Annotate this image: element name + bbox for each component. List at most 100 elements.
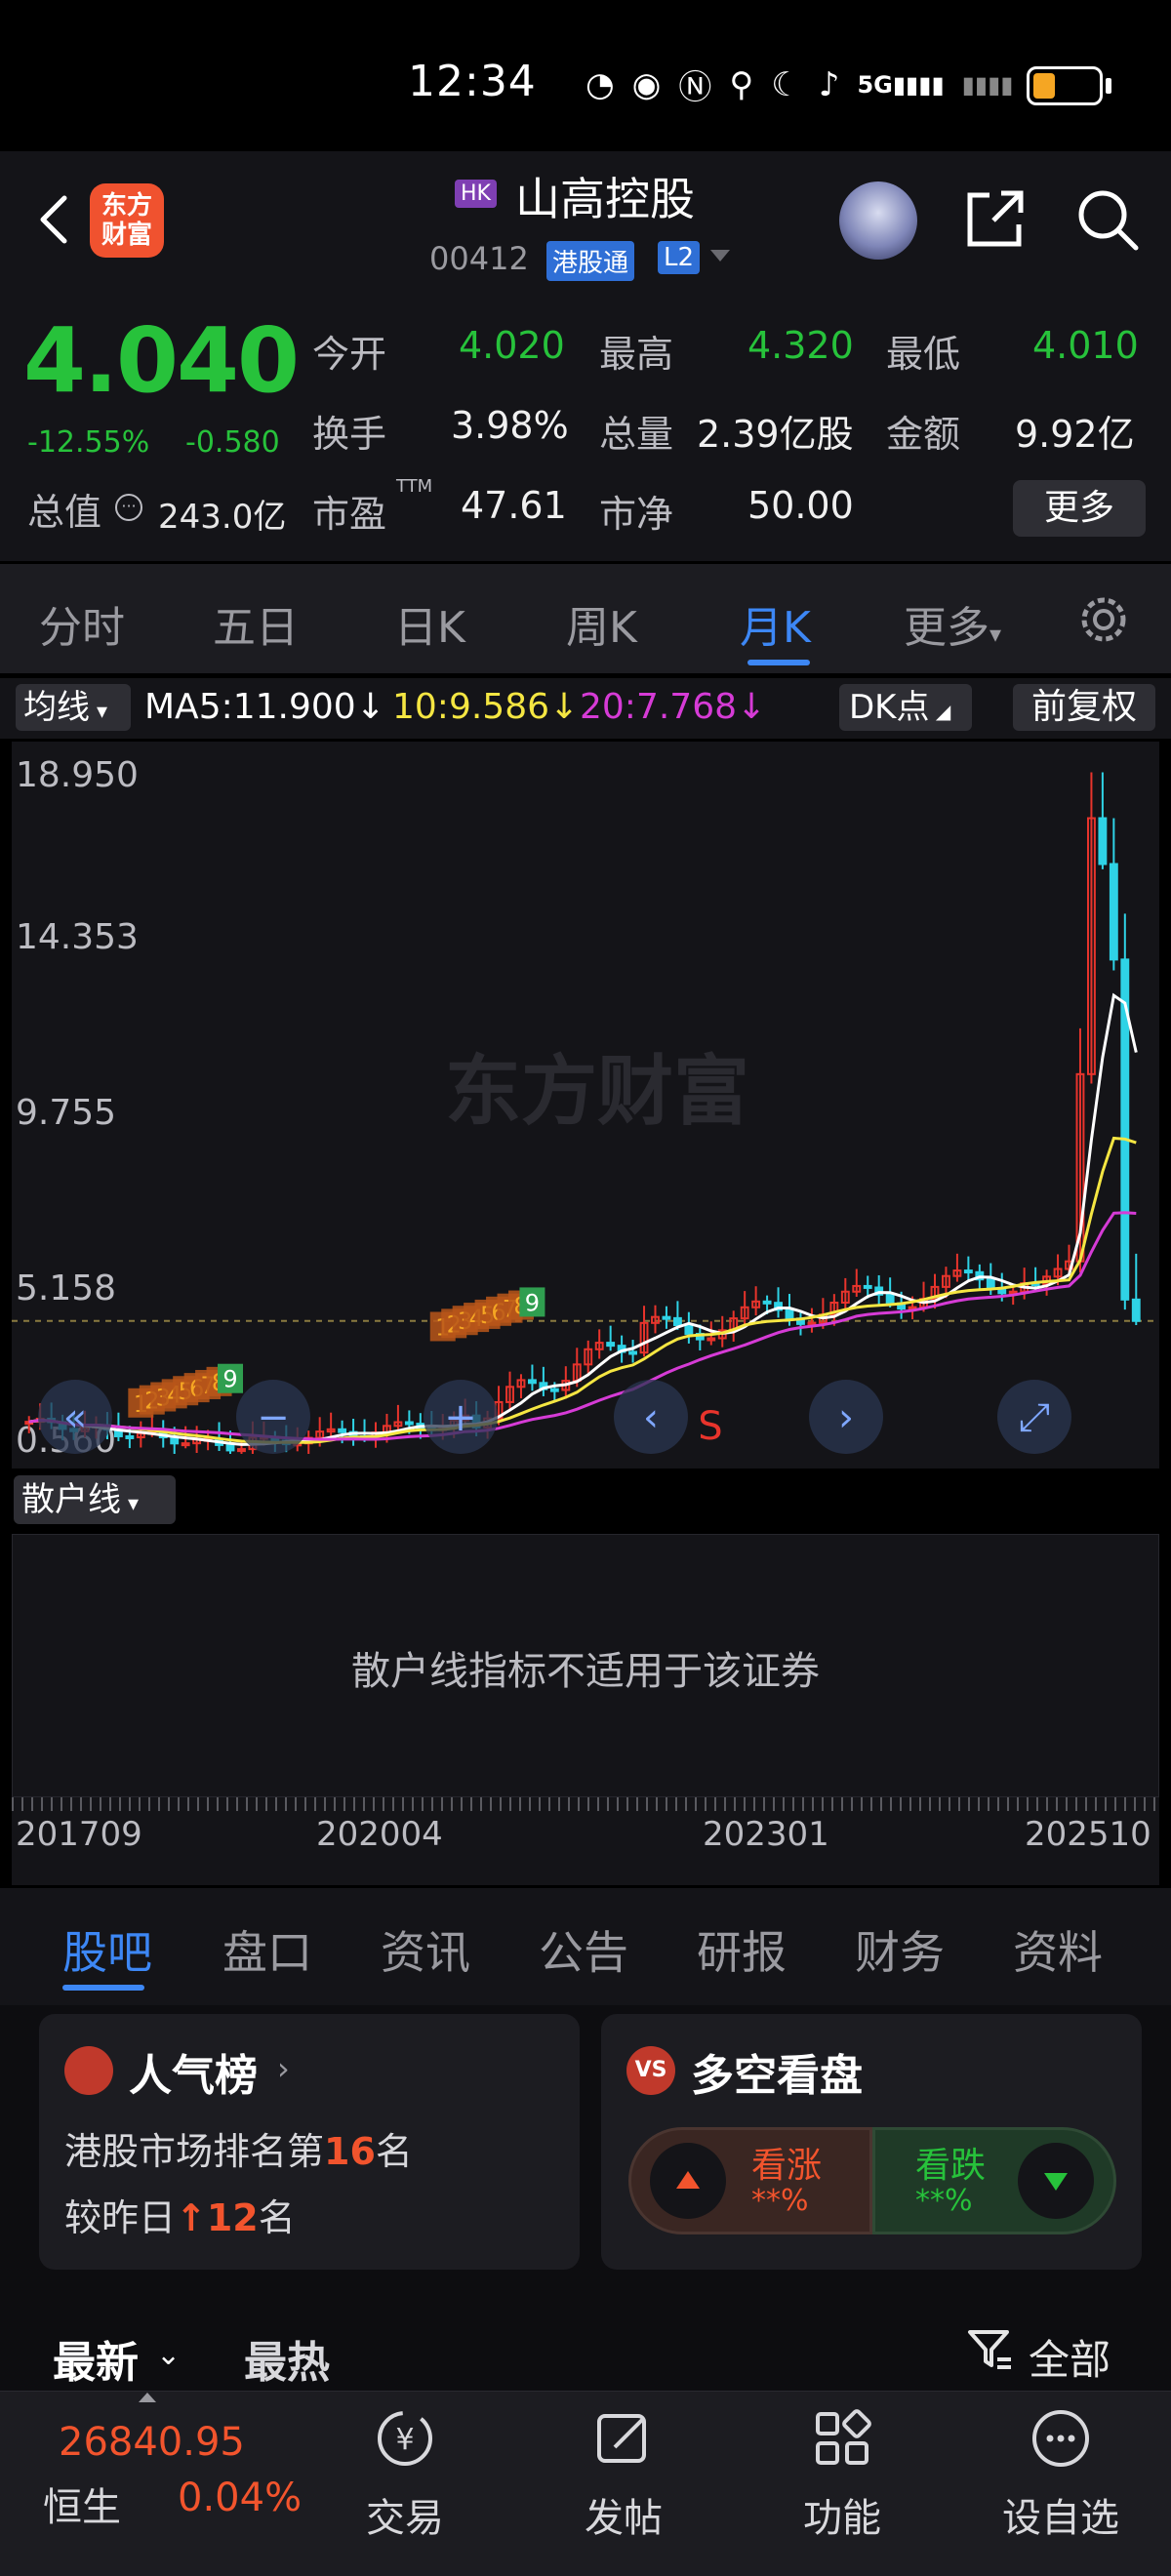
nav-functions[interactable]: 功能 — [769, 2404, 915, 2543]
ma10-value: 10:9.586↓ — [392, 687, 580, 727]
ma5-value: MA5:11.900↓ — [144, 687, 385, 727]
candle-body — [963, 1269, 973, 1274]
signal-label: S — [698, 1404, 722, 1449]
battery-tip — [1106, 78, 1111, 94]
prev-icon-glyph: ‹ — [643, 1395, 659, 1440]
scroll-left-icon-glyph: « — [63, 1395, 87, 1440]
moon-icon: ☾ — [771, 64, 801, 104]
y-tick-label: 18.950 — [16, 755, 139, 795]
nav-add-watchlist[interactable]: 设自选 — [988, 2404, 1134, 2543]
nav-trade[interactable]: ¥ 交易 — [332, 2404, 478, 2543]
index-value[interactable]: 26840.95 — [59, 2420, 245, 2465]
candle-body — [404, 1421, 414, 1426]
tab-more[interactable]: 更多▾ — [904, 592, 1001, 655]
open-label: 今开 — [312, 333, 387, 376]
chevron-down-icon[interactable] — [710, 250, 730, 262]
pb-value: 50.00 — [747, 484, 854, 527]
candle-body — [181, 1442, 190, 1447]
market-tag: HK — [455, 180, 497, 208]
tab-research[interactable]: 研报 — [697, 1917, 787, 1982]
nav-post[interactable]: 发帖 — [550, 2404, 697, 2543]
active-tab-indicator — [747, 660, 810, 665]
candle-body — [707, 1337, 716, 1342]
amount-value: 9.92亿 — [1015, 413, 1135, 456]
stock-code[interactable]: 00412 — [429, 240, 529, 277]
popularity-icon — [64, 2046, 113, 2095]
chevron-down-icon[interactable]: ⌄ — [156, 2338, 181, 2372]
triangle-down-icon[interactable] — [1018, 2143, 1094, 2219]
candle-body — [662, 1315, 671, 1320]
candle-body — [125, 1434, 135, 1439]
sort-latest[interactable]: 最新 — [53, 2327, 139, 2390]
level2-tag: L2 — [658, 241, 701, 274]
status-time: 12:34 — [408, 57, 537, 106]
y-tick-label: 14.353 — [16, 917, 139, 957]
y-tick-label: 5.158 — [16, 1268, 116, 1308]
next-icon-glyph: › — [838, 1395, 854, 1440]
indicator-select[interactable]: 散户线 ▾ — [14, 1475, 176, 1524]
search-icon[interactable] — [1073, 185, 1142, 254]
market-value: 243.0亿 — [158, 498, 287, 537]
more-button[interactable]: 更多 — [1013, 480, 1146, 537]
kline-svg[interactable]: 东方财富18.95014.3539.7555.1580.560123456789… — [12, 742, 1159, 1469]
kline-chart[interactable]: 东方财富18.95014.3539.7555.1580.560123456789… — [12, 742, 1159, 1469]
triangle-up-icon[interactable] — [650, 2143, 726, 2219]
candle-body — [885, 1293, 895, 1305]
assistant-robot-icon[interactable] — [839, 181, 917, 260]
tab-news[interactable]: 资讯 — [381, 1917, 470, 1982]
nfc-icon: Ⓝ — [678, 68, 712, 107]
tab-daily-k[interactable]: 日K — [394, 592, 465, 655]
time-label-3: 202301 — [703, 1815, 829, 1854]
more-dots-icon[interactable]: ··· — [115, 494, 142, 521]
tab-monthly-k[interactable]: 月K — [740, 592, 811, 655]
turnover-label: 换手 — [312, 413, 387, 456]
ma20-line — [28, 1211, 1137, 1441]
last-price: 4.040 — [23, 308, 300, 413]
index-name[interactable]: 恒生 — [43, 2475, 121, 2532]
dk-select[interactable]: DK点 ◢ — [839, 684, 972, 731]
tab-weekly-k[interactable]: 周K — [566, 592, 637, 655]
share-icon[interactable] — [960, 185, 1029, 254]
tab-order-book[interactable]: 盘口 — [222, 1917, 312, 1982]
tab-forum[interactable]: 股吧 — [62, 1917, 152, 1982]
app-logo[interactable]: 东方 财富 — [90, 183, 164, 258]
sentiment-title: 多空看盘 — [691, 2051, 863, 2101]
eye-icon: ◉ — [631, 64, 662, 104]
tab-five-day[interactable]: 五日 — [213, 592, 299, 655]
sort-hot[interactable]: 最热 — [244, 2327, 330, 2390]
candle-body — [338, 1428, 347, 1433]
index-percent[interactable]: 0.04% — [178, 2475, 302, 2520]
filter-label[interactable]: 全部 — [1029, 2327, 1110, 2387]
turnover-value: 3.98% — [451, 404, 569, 447]
candle-body — [1098, 817, 1108, 865]
high-value: 4.320 — [747, 324, 854, 367]
low-label: 最低 — [886, 333, 961, 376]
stock-name[interactable]: 山高控股 — [515, 164, 695, 228]
chevron-up-icon[interactable] — [139, 2393, 156, 2402]
adjust-button[interactable]: 前复权 — [1013, 684, 1155, 731]
back-icon[interactable] — [27, 190, 86, 249]
battery-icon — [1027, 66, 1103, 105]
gear-icon[interactable] — [1075, 591, 1132, 648]
candle-body — [807, 1321, 817, 1326]
candle-body — [237, 1448, 246, 1453]
seq1-label: 9 — [222, 1366, 237, 1393]
change-amount: -0.580 — [185, 425, 280, 460]
filter-icon[interactable] — [966, 2324, 1015, 2373]
nav-functions-label: 功能 — [803, 2496, 881, 2541]
tab-financials[interactable]: 财务 — [855, 1917, 945, 1982]
seq2-label: 9 — [525, 1289, 540, 1316]
tab-profile[interactable]: 资料 — [1013, 1917, 1103, 1982]
ma-select[interactable]: 均线 ▾ — [16, 684, 131, 731]
zoom-in-icon-glyph: + — [444, 1395, 477, 1440]
popularity-change-line: 较昨日↑12名 — [64, 2196, 296, 2239]
popularity-rank-line: 港股市场排名第16名 — [64, 2130, 413, 2173]
tab-intraday[interactable]: 分时 — [39, 592, 125, 655]
pe-label: 市盈 — [312, 493, 387, 536]
signal2-icon: ▮▮▮▮ — [961, 70, 1014, 99]
nav-add-watchlist-label: 设自选 — [1002, 2496, 1119, 2541]
tab-announcements[interactable]: 公告 — [539, 1917, 628, 1982]
time-label-4: 202510 — [1025, 1815, 1151, 1854]
chevron-right-icon: › — [277, 2050, 290, 2087]
speed-icon: ◔ — [586, 64, 615, 104]
